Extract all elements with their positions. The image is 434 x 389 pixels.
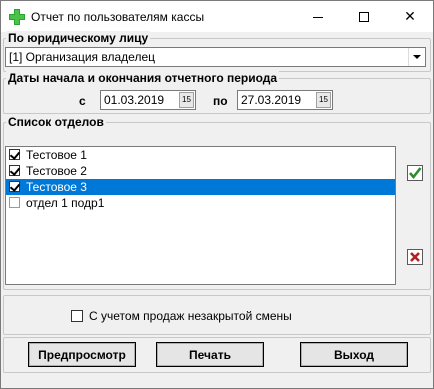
calendar-icon[interactable]: 15 (316, 92, 331, 108)
minimize-icon (313, 16, 323, 18)
date-to-field[interactable]: 27.03.2019 15 (237, 90, 333, 110)
item-checkbox[interactable] (9, 149, 20, 160)
close-button[interactable]: ✕ (387, 1, 433, 32)
list-item[interactable]: Тестовое 2 (6, 163, 395, 179)
minimize-button[interactable] (295, 1, 341, 32)
legal-entity-value: [1] Организация владелец (9, 50, 155, 64)
departments-legend: Список отделов (6, 115, 106, 129)
exit-button-label: Выход (301, 343, 407, 366)
item-checkbox[interactable] (9, 197, 20, 208)
item-label: Тестовое 1 (26, 148, 87, 162)
item-label: отдел 1 подр1 (26, 196, 105, 210)
print-button[interactable]: Печать (156, 342, 264, 367)
date-to-label: по (213, 94, 228, 108)
date-from-value: 01.03.2019 (104, 93, 165, 107)
report-window: Отчет по пользователям кассы ✕ По юридич… (0, 0, 434, 389)
close-icon: ✕ (404, 8, 416, 24)
item-checkbox[interactable] (9, 165, 20, 176)
legal-entity-select[interactable]: [1] Организация владелец (5, 47, 426, 67)
calendar-icon[interactable]: 15 (179, 92, 194, 108)
unclosed-shift-label: С учетом продаж незакрытой смены (89, 309, 292, 323)
maximize-button[interactable] (341, 1, 387, 32)
date-from-field[interactable]: 01.03.2019 15 (100, 90, 196, 110)
preview-button[interactable]: Предпросмотр (28, 342, 136, 367)
uncheck-all-icon[interactable] (407, 249, 423, 265)
preview-button-label: Предпросмотр (29, 343, 135, 366)
exit-button[interactable]: Выход (300, 342, 408, 367)
list-item-selected[interactable]: Тестовое 3 (6, 179, 395, 195)
unclosed-shift-checkbox[interactable] (71, 310, 83, 322)
chevron-down-icon[interactable] (408, 48, 425, 66)
date-to-value: 27.03.2019 (241, 93, 302, 107)
app-cross-icon (9, 9, 25, 25)
list-item[interactable]: отдел 1 подр1 (6, 195, 395, 211)
maximize-icon (359, 12, 369, 23)
item-label: Тестовое 2 (26, 164, 87, 178)
item-label: Тестовое 3 (26, 180, 87, 194)
item-checkbox[interactable] (9, 181, 20, 192)
date-from-label: с (79, 94, 86, 108)
legal-entity-legend: По юридическому лицу (6, 31, 151, 45)
window-title: Отчет по пользователям кассы (31, 10, 205, 24)
departments-list[interactable]: Тестовое 1 Тестовое 2 Тестовое 3 отдел 1… (5, 146, 396, 285)
list-item[interactable]: Тестовое 1 (6, 147, 395, 163)
print-button-label: Печать (157, 343, 263, 366)
period-legend: Даты начала и окончания отчетного период… (6, 71, 280, 85)
title-bar[interactable]: Отчет по пользователям кассы ✕ (1, 1, 433, 32)
check-all-icon[interactable] (407, 165, 423, 181)
